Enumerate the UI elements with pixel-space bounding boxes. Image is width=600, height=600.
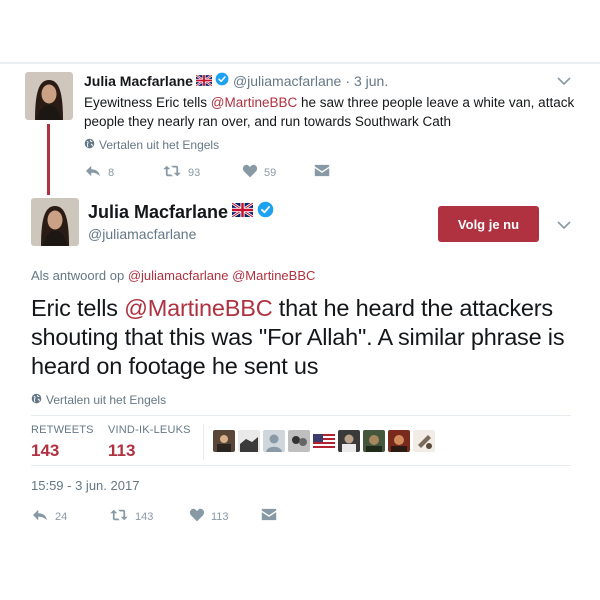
retweet-icon <box>162 164 188 181</box>
stats-divider-top <box>31 415 571 416</box>
verified-badge-icon <box>215 72 229 90</box>
parent-avatar[interactable] <box>25 72 73 120</box>
liker-avatar[interactable] <box>413 430 435 452</box>
likes-label: VIND-IK-LEUKS <box>108 424 191 436</box>
tweet-timestamp: 15:59 - 3 jun. 2017 <box>31 478 140 493</box>
main-translate-link[interactable]: Vertalen uit het Engels <box>31 393 166 407</box>
parent-like-count: 59 <box>264 166 277 179</box>
parent-author-name[interactable]: Julia Macfarlane <box>84 72 193 90</box>
parent-message-button[interactable] <box>314 164 336 180</box>
main-action-bar: 24 143 113 <box>31 508 291 526</box>
globe-icon <box>84 138 95 152</box>
main-message-button[interactable] <box>261 508 283 524</box>
reply-to-mention-1[interactable]: @juliamacfarlane <box>128 268 229 283</box>
parent-reply-button[interactable]: 8 <box>84 164 114 181</box>
reply-to-mention-2[interactable]: @MartineBBC <box>232 268 315 283</box>
retweets-stat[interactable]: RETWEETS 143 <box>31 424 94 461</box>
parent-tweet-header: Julia Macfarlane @juliamacfarlane · 3 ju… <box>84 72 388 90</box>
reply-icon <box>31 508 55 525</box>
uk-flag-icon <box>231 201 254 222</box>
main-translate-label: Vertalen uit het Engels <box>46 393 167 407</box>
parent-translate-link[interactable]: Vertalen uit het Engels <box>84 138 219 152</box>
parent-tweet-text: Eyewitness Eric tells @MartineBBC he saw… <box>84 93 594 131</box>
liker-avatar[interactable] <box>288 430 310 452</box>
main-author-name[interactable]: Julia Macfarlane <box>88 201 228 223</box>
liker-avatar[interactable] <box>313 430 335 452</box>
parent-like-button[interactable]: 59 <box>242 164 276 181</box>
verified-badge-icon <box>257 201 274 223</box>
liker-avatar[interactable] <box>338 430 360 452</box>
parent-retweet-count: 93 <box>188 166 201 179</box>
reply-context: Als antwoord op @juliamacfarlane @Martin… <box>31 268 315 283</box>
parent-retweet-button[interactable]: 93 <box>162 164 200 181</box>
liker-avatar[interactable] <box>363 430 385 452</box>
liker-avatar[interactable] <box>263 430 285 452</box>
header-separator: · <box>345 73 350 89</box>
liker-avatar[interactable] <box>388 430 410 452</box>
main-reply-count: 24 <box>55 510 68 523</box>
heart-icon <box>242 164 264 181</box>
stats-separator <box>203 424 204 460</box>
main-name-row: Julia Macfarlane <box>88 201 274 223</box>
main-retweet-count: 143 <box>135 510 154 523</box>
globe-icon <box>31 393 42 407</box>
liker-avatars <box>213 430 438 452</box>
top-divider <box>0 62 600 64</box>
retweet-icon <box>109 508 135 525</box>
likes-value: 113 <box>108 441 136 460</box>
retweets-value: 143 <box>31 441 60 460</box>
stats-divider-bottom <box>31 465 571 466</box>
parent-tweet-time[interactable]: 3 jun. <box>354 72 388 90</box>
reply-icon <box>84 164 108 181</box>
follow-button[interactable]: Volg je nu <box>438 206 539 242</box>
parent-text-prefix: Eyewitness Eric tells <box>84 95 211 110</box>
chevron-down-icon[interactable] <box>555 74 573 88</box>
likes-stat[interactable]: VIND-IK-LEUKS 113 <box>108 424 191 461</box>
main-text-prefix: Eric tells <box>31 295 125 321</box>
parent-action-bar: 8 93 59 <box>84 164 344 182</box>
chevron-down-icon[interactable] <box>555 218 573 232</box>
message-icon <box>314 164 336 180</box>
uk-flag-icon <box>195 72 213 90</box>
liker-avatar[interactable] <box>238 430 260 452</box>
parent-reply-count: 8 <box>108 166 115 179</box>
main-text-mention[interactable]: @MartineBBC <box>124 295 273 321</box>
retweets-label: RETWEETS <box>31 424 94 436</box>
main-reply-button[interactable]: 24 <box>31 508 67 525</box>
reply-to-prefix: Als antwoord op <box>31 268 128 283</box>
main-author-handle[interactable]: @juliamacfarlane <box>88 226 196 242</box>
parent-author-handle[interactable]: @juliamacfarlane <box>233 72 341 90</box>
main-tweet-text: Eric tells @MartineBBC that he heard the… <box>31 294 571 381</box>
thread-connector-line <box>47 124 50 195</box>
parent-translate-label: Vertalen uit het Engels <box>99 138 220 152</box>
main-like-button[interactable]: 113 <box>189 508 229 525</box>
parent-text-mention[interactable]: @MartineBBC <box>211 95 297 110</box>
liker-avatar[interactable] <box>213 430 235 452</box>
heart-icon <box>189 508 211 525</box>
main-avatar[interactable] <box>31 198 79 246</box>
message-icon <box>261 508 283 524</box>
main-retweet-button[interactable]: 143 <box>109 508 153 525</box>
main-like-count: 113 <box>211 510 229 523</box>
